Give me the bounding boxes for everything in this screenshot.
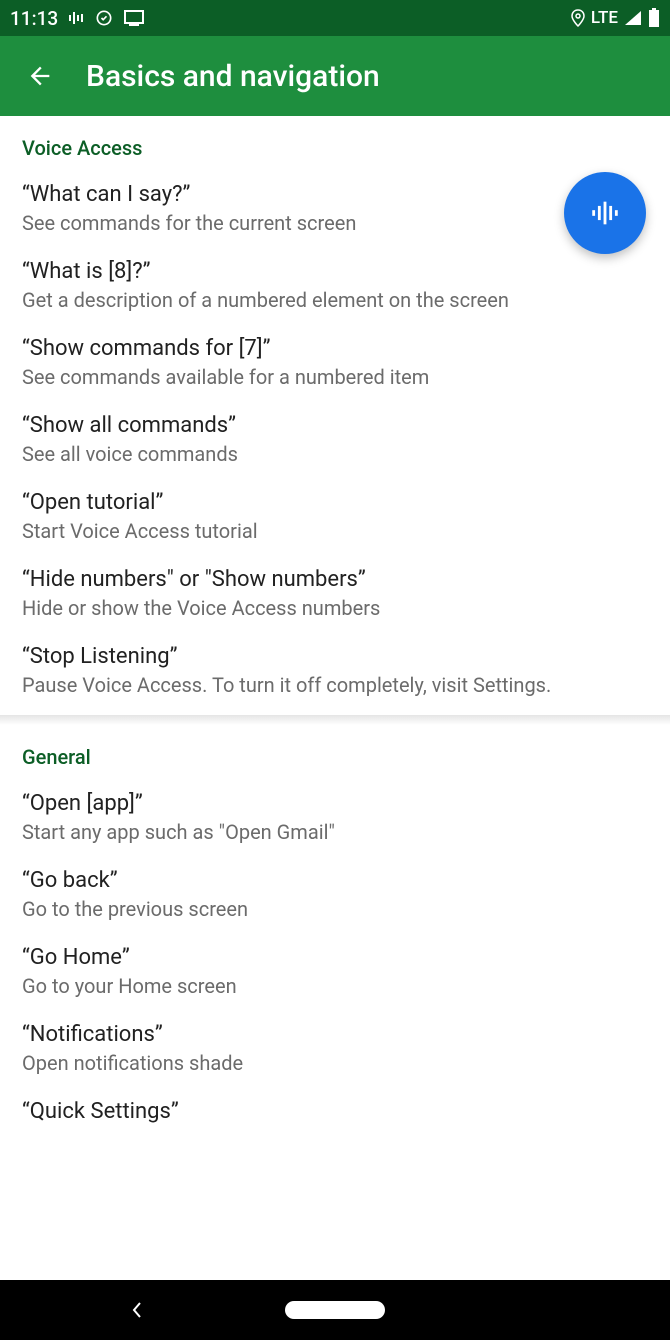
command-title: “Notifications” bbox=[22, 1022, 648, 1047]
command-title: “Quick Settings” bbox=[22, 1099, 648, 1124]
section-title: General bbox=[0, 725, 670, 779]
command-title: “Open [app]” bbox=[22, 791, 648, 816]
command-sub: See all voice commands bbox=[22, 442, 648, 466]
command-title: “What is [8]?” bbox=[22, 259, 648, 284]
command-title: “Show commands for [7]” bbox=[22, 336, 648, 361]
command-sub: Start any app such as "Open Gmail" bbox=[22, 820, 648, 844]
status-time: 11:13 bbox=[10, 7, 58, 30]
command-sub: Start Voice Access tutorial bbox=[22, 519, 648, 543]
command-item[interactable]: “Hide numbers" or "Show numbers” Hide or… bbox=[0, 555, 670, 632]
command-sub: See commands available for a numbered it… bbox=[22, 365, 648, 389]
nav-home-pill[interactable] bbox=[285, 1301, 385, 1319]
section-general: General “Open [app]” Start any app such … bbox=[0, 725, 670, 1142]
command-item[interactable]: “Go back” Go to the previous screen bbox=[0, 856, 670, 933]
command-item[interactable]: “Open tutorial” Start Voice Access tutor… bbox=[0, 478, 670, 555]
command-item[interactable]: “Quick Settings” bbox=[0, 1087, 670, 1136]
command-item[interactable]: “Go Home” Go to your Home screen bbox=[0, 933, 670, 1010]
command-sub: Get a description of a numbered element … bbox=[22, 288, 648, 312]
command-item[interactable]: “Show commands for [7]” See commands ava… bbox=[0, 324, 670, 401]
system-nav-bar bbox=[0, 1280, 670, 1340]
command-sub: Open notifications shade bbox=[22, 1051, 648, 1075]
signal-icon bbox=[624, 10, 642, 26]
voice-fab[interactable] bbox=[564, 172, 646, 254]
command-item[interactable]: “Open [app]” Start any app such as "Open… bbox=[0, 779, 670, 856]
command-item[interactable]: “Notifications” Open notifications shade bbox=[0, 1010, 670, 1087]
command-sub: Hide or show the Voice Access numbers bbox=[22, 596, 648, 620]
app-bar: Basics and navigation bbox=[0, 36, 670, 116]
section-divider bbox=[0, 715, 670, 725]
command-sub: See commands for the current screen bbox=[22, 211, 648, 235]
command-item[interactable]: “Stop Listening” Pause Voice Access. To … bbox=[0, 632, 670, 709]
status-bar: 11:13 LTE bbox=[0, 0, 670, 36]
command-sub: Go to the previous screen bbox=[22, 897, 648, 921]
sound-bars-icon bbox=[68, 10, 84, 26]
nav-back-chevron-icon[interactable] bbox=[130, 1300, 144, 1320]
arrow-back-icon bbox=[26, 62, 54, 90]
screen-icon bbox=[124, 10, 144, 26]
command-title: “Open tutorial” bbox=[22, 490, 648, 515]
command-title: “Stop Listening” bbox=[22, 644, 648, 669]
section-title: Voice Access bbox=[0, 116, 670, 170]
command-sub: Pause Voice Access. To turn it off compl… bbox=[22, 673, 648, 697]
command-title: “Show all commands” bbox=[22, 413, 648, 438]
command-item[interactable]: “What is [8]?” Get a description of a nu… bbox=[0, 247, 670, 324]
command-sub: Go to your Home screen bbox=[22, 974, 648, 998]
command-title: “Hide numbers" or "Show numbers” bbox=[22, 567, 648, 592]
sound-wave-icon bbox=[588, 196, 622, 230]
battery-icon bbox=[648, 8, 660, 28]
sync-icon bbox=[94, 8, 114, 28]
command-title: “Go Home” bbox=[22, 945, 648, 970]
content-scroll[interactable]: Voice Access “What can I say?” See comma… bbox=[0, 116, 670, 1280]
location-icon bbox=[571, 9, 585, 27]
command-title: “Go back” bbox=[22, 868, 648, 893]
command-title: “What can I say?” bbox=[22, 182, 648, 207]
status-network: LTE bbox=[591, 8, 618, 28]
command-item[interactable]: “Show all commands” See all voice comman… bbox=[0, 401, 670, 478]
back-button[interactable] bbox=[20, 56, 60, 96]
page-title: Basics and navigation bbox=[86, 59, 380, 94]
